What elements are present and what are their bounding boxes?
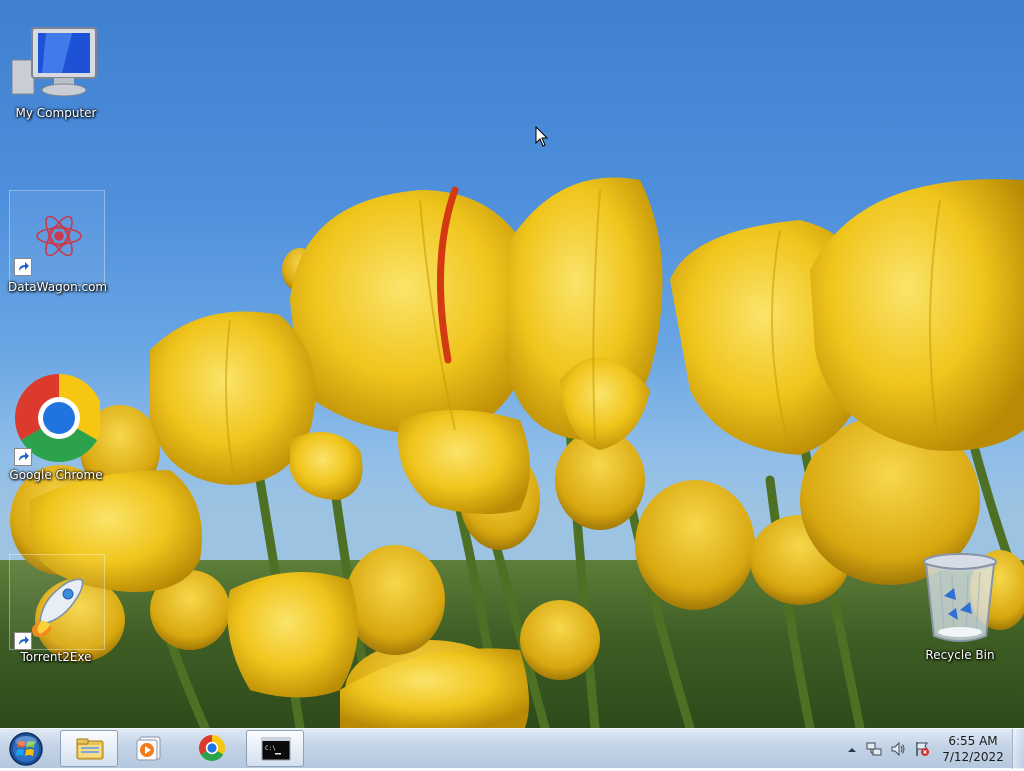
file-explorer-icon	[76, 738, 104, 760]
start-orb-icon	[9, 732, 43, 766]
media-player-icon	[136, 736, 161, 761]
svg-text:C:\: C:\	[265, 745, 276, 752]
taskbar-clock[interactable]: 6:55 AM 7/12/2022	[938, 733, 1008, 765]
action-center-flag-icon	[916, 742, 929, 756]
recycle-bin-icon	[923, 553, 997, 642]
taskbar-command-prompt[interactable]: C:\	[246, 730, 304, 767]
monitor-icon	[11, 27, 97, 97]
shortcut-arrow-icon	[14, 258, 32, 276]
desktop-icon-label: Torrent2Exe	[20, 650, 92, 664]
wallpaper-tulips	[10, 177, 1024, 728]
action-center-tray-button[interactable]	[914, 741, 930, 757]
network-icon	[866, 742, 882, 756]
mouse-pointer-icon	[535, 126, 549, 147]
volume-icon	[891, 741, 905, 757]
desktop-icon-label: Recycle Bin	[925, 648, 995, 662]
taskbar-media-player[interactable]	[120, 730, 178, 767]
clock-time: 6:55 AM	[948, 734, 998, 748]
volume-tray-button[interactable]	[890, 741, 906, 757]
taskbar-chrome[interactable]	[183, 730, 241, 767]
shortcut-arrow-icon	[14, 632, 32, 650]
desktop-icon-label: My Computer	[15, 106, 97, 120]
show-hidden-icons-button[interactable]	[844, 742, 860, 758]
chrome-icon	[198, 735, 226, 762]
desktop[interactable]: My Computer DataWagon.com Google Chrome …	[0, 0, 1024, 728]
chevron-up-icon	[848, 748, 856, 752]
network-tray-button[interactable]	[866, 741, 882, 757]
command-prompt-icon: C:\	[261, 737, 291, 761]
desktop-icon-my-computer[interactable]: My Computer	[8, 24, 104, 120]
clock-date: 7/12/2022	[942, 750, 1004, 764]
desktop-icon-label: DataWagon.com	[8, 280, 108, 294]
desktop-icon-label: Google Chrome	[9, 468, 103, 482]
desktop-icon-google-chrome[interactable]: Google Chrome	[8, 372, 104, 482]
desktop-icon-datawagon[interactable]: DataWagon.com	[8, 206, 108, 294]
taskbar-file-explorer[interactable]	[60, 730, 118, 767]
desktop-icon-torrent2exe[interactable]: Torrent2Exe	[8, 574, 104, 664]
start-button[interactable]	[4, 730, 48, 767]
shortcut-arrow-icon	[14, 448, 32, 466]
taskbar: C:\ 6:55 AM 7/12/2022	[0, 728, 1024, 769]
show-desktop-button[interactable]	[1012, 729, 1024, 769]
desktop-icon-recycle-bin[interactable]: Recycle Bin	[912, 552, 1008, 662]
